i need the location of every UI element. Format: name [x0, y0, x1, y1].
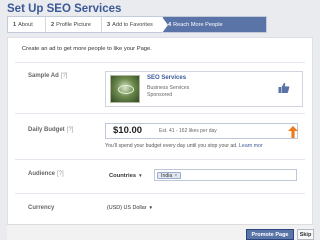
- ad-thumbnail: [110, 75, 140, 103]
- step-label: Profile Picture: [56, 21, 91, 28]
- sample-ad-label-text: Sample Ad: [28, 73, 59, 79]
- step-label: About: [18, 21, 33, 28]
- page-title: Set Up SEO Services: [7, 3, 122, 15]
- step-add-to-favorites[interactable]: 3 Add to Favorites: [102, 17, 163, 32]
- step-profile-picture[interactable]: 2 Profile Picture: [46, 17, 102, 32]
- promote-page-button[interactable]: Promote Page: [246, 229, 294, 240]
- budget-note: You'll spend your budget every day until…: [105, 143, 263, 149]
- step-number: 4: [168, 21, 172, 28]
- sample-ad-label: Sample Ad [?]: [28, 73, 67, 79]
- arrow-up-icon: [288, 126, 298, 138]
- divider: [15, 113, 305, 114]
- budget-note-text: You'll spend your budget every day until…: [105, 143, 238, 149]
- step-reach-more-people[interactable]: 4 Reach More People: [162, 17, 266, 33]
- daily-budget-input[interactable]: $10.00 Est. 41 - 162 likes per day: [105, 123, 298, 139]
- sample-ad-preview: SEO Services Business Services Sponsored: [105, 71, 303, 107]
- help-link[interactable]: [?]: [61, 73, 68, 79]
- skip-button[interactable]: Skip: [297, 229, 314, 240]
- step-number: 2: [51, 21, 55, 28]
- help-link[interactable]: [?]: [67, 127, 74, 133]
- chevron-down-icon: ▼: [148, 205, 154, 210]
- country-token: India ×: [157, 172, 182, 179]
- setup-steps: 1 About 2 Profile Picture 3 Add to Favor…: [7, 16, 267, 33]
- step-number: 1: [13, 21, 17, 28]
- country-token-label: India: [161, 173, 173, 179]
- currency-value: (USD) US Dollar: [107, 205, 147, 211]
- divider: [15, 62, 305, 63]
- audience-label: Audience [?]: [28, 171, 64, 177]
- step-about[interactable]: 1 About: [8, 17, 46, 32]
- step-label: Reach More People: [173, 21, 223, 28]
- help-link[interactable]: [?]: [57, 171, 64, 177]
- audience-label-text: Audience: [28, 171, 56, 177]
- daily-budget-label-text: Daily Budget: [28, 127, 65, 133]
- daily-budget-label: Daily Budget [?]: [28, 127, 73, 133]
- currency-label: Currency: [28, 205, 55, 211]
- intro-text: Create an ad to get more people to like …: [22, 46, 152, 52]
- ad-sponsored: Sponsored: [147, 92, 173, 98]
- divider: [15, 193, 305, 194]
- step-label: Add to Favorites: [112, 21, 153, 28]
- chevron-down-icon: ▼: [138, 173, 143, 178]
- ad-page-name[interactable]: SEO Services: [147, 75, 186, 81]
- budget-estimate: Est. 41 - 162 likes per day: [159, 128, 217, 134]
- country-token-input[interactable]: India ×: [154, 169, 297, 181]
- audience-type-value: Countries: [109, 173, 137, 179]
- thumbs-up-icon[interactable]: [278, 82, 290, 94]
- close-icon[interactable]: ×: [174, 173, 177, 179]
- divider: [15, 159, 305, 160]
- learn-more-link[interactable]: Learn mor: [239, 143, 263, 149]
- ad-category: Business Services: [147, 85, 190, 91]
- budget-value: $10.00: [113, 125, 143, 136]
- audience-type-dropdown[interactable]: Countries ▼: [109, 173, 143, 179]
- currency-dropdown[interactable]: (USD) US Dollar ▼: [107, 205, 153, 211]
- logo-icon: [118, 85, 134, 94]
- step-number: 3: [107, 21, 111, 28]
